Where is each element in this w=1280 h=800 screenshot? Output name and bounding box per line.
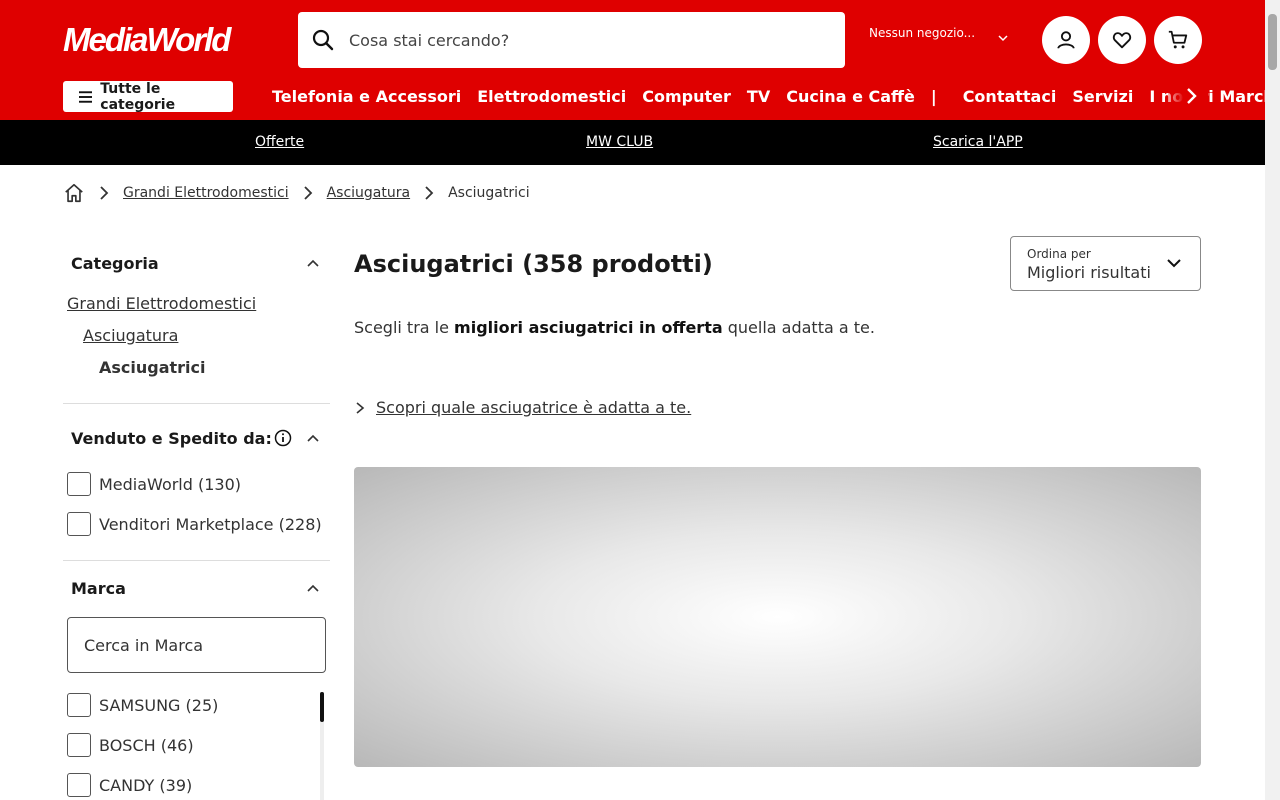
search-bar[interactable] xyxy=(298,12,845,68)
intro-suffix: quella adatta a te. xyxy=(722,318,875,337)
promo-bar: Offerte MW CLUB Scarica l'APP xyxy=(0,120,1265,165)
promo-banner-placeholder[interactable] xyxy=(354,467,1201,767)
brand-list-scrollbar[interactable] xyxy=(320,692,324,800)
offerte-link[interactable]: Offerte xyxy=(255,134,304,150)
menu-icon xyxy=(79,90,93,103)
page-title: Asciugatrici (358 prodotti) xyxy=(354,250,713,278)
sort-value: Migliori risultati xyxy=(1027,263,1151,282)
all-categories-label: Tutte le categorie xyxy=(100,80,176,113)
main-nav: Telefonia e Accessori Elettrodomestici C… xyxy=(272,84,1280,108)
search-icon xyxy=(312,29,334,51)
nav-item-telefonia[interactable]: Telefonia e Accessori xyxy=(272,87,461,106)
intro-prefix: Scegli tra le xyxy=(354,318,455,337)
checkbox-marketplace[interactable] xyxy=(67,512,91,536)
mw-club-link[interactable]: MW CLUB xyxy=(586,134,653,150)
checkbox-label-samsung[interactable]: SAMSUNG (25) xyxy=(99,696,218,715)
intro-bold: migliori asciugatrici in offerta xyxy=(454,318,723,337)
brand-heading[interactable]: Marca xyxy=(71,579,126,598)
search-input[interactable] xyxy=(349,30,809,50)
breadcrumb-link-grandi-elettrodomestici[interactable]: Grandi Elettrodomestici xyxy=(123,185,289,201)
chevron-right-icon xyxy=(303,186,312,200)
checkbox-label-mediaworld[interactable]: MediaWorld (130) xyxy=(99,475,241,494)
nav-item-servizi[interactable]: Servizi xyxy=(1072,87,1133,106)
home-icon[interactable] xyxy=(63,182,85,204)
checkbox-label-bosch[interactable]: BOSCH (46) xyxy=(99,736,194,755)
nav-item-elettrodomestici[interactable]: Elettrodomestici xyxy=(477,87,626,106)
checkbox-mediaworld[interactable] xyxy=(67,472,91,496)
nav-separator: | xyxy=(930,86,937,106)
divider xyxy=(63,403,330,404)
brand-search-input[interactable] xyxy=(84,635,304,655)
heart-icon xyxy=(1112,32,1132,49)
chevron-right-icon xyxy=(100,186,109,200)
category-heading[interactable]: Categoria xyxy=(71,254,159,273)
app-download-link[interactable]: Scarica l'APP xyxy=(933,134,1023,150)
divider xyxy=(63,560,330,561)
intro-text: Scegli tra le migliori asciugatrici in o… xyxy=(354,318,875,337)
chevron-up-icon[interactable] xyxy=(307,259,319,267)
sort-dropdown[interactable]: Ordina per Migliori risultati xyxy=(1010,236,1201,291)
cart-button[interactable] xyxy=(1154,16,1202,64)
chevron-down-icon xyxy=(998,35,1008,42)
user-icon xyxy=(1057,31,1075,49)
sort-label: Ordina per xyxy=(1027,247,1091,261)
wishlist-button[interactable] xyxy=(1098,16,1146,64)
category-link-grandi-elettrodomestici[interactable]: Grandi Elettrodomestici xyxy=(67,294,256,313)
chevron-up-icon[interactable] xyxy=(307,434,319,442)
nav-item-computer[interactable]: Computer xyxy=(642,87,731,106)
breadcrumb-current: Asciugatrici xyxy=(448,185,530,201)
checkbox-bosch[interactable] xyxy=(67,733,91,757)
checkbox-samsung[interactable] xyxy=(67,693,91,717)
info-icon[interactable] xyxy=(274,429,292,447)
mediaworld-logo[interactable]: MediaWorld xyxy=(63,21,273,58)
nav-item-contattaci[interactable]: Contattaci xyxy=(963,87,1057,106)
nav-item-cucina[interactable]: Cucina e Caffè xyxy=(786,87,915,106)
logo-text: MediaWorld xyxy=(63,21,231,58)
chevron-down-icon xyxy=(1167,259,1181,268)
nav-item-tv[interactable]: TV xyxy=(747,87,770,106)
category-current: Asciugatrici xyxy=(99,358,206,377)
discover-link[interactable]: Scopri quale asciugatrice è adatta a te. xyxy=(376,398,691,417)
breadcrumb-link-asciugatura[interactable]: Asciugatura xyxy=(327,185,411,201)
header: MediaWorld Il tuo negozio Nessun negozio… xyxy=(0,0,1280,309)
category-link-asciugatura[interactable]: Asciugatura xyxy=(83,326,178,345)
cart-icon xyxy=(1168,30,1188,49)
seller-heading[interactable]: Venduto e Spedito da: xyxy=(71,429,272,448)
checkbox-candy[interactable] xyxy=(67,773,91,797)
checkbox-label-marketplace[interactable]: Venditori Marketplace (228) xyxy=(99,515,322,534)
checkbox-label-candy[interactable]: CANDY (39) xyxy=(99,776,192,795)
all-categories-button[interactable]: Tutte le categorie xyxy=(63,80,233,113)
chevron-right-icon xyxy=(425,186,434,200)
brand-list-scroll-thumb[interactable] xyxy=(320,692,324,722)
page-scroll-thumb[interactable] xyxy=(1268,14,1277,70)
chevron-right-icon xyxy=(356,401,365,414)
breadcrumb: Grandi Elettrodomestici Asciugatura Asci… xyxy=(63,181,530,205)
discover-toggle[interactable]: Scopri quale asciugatrice è adatta a te. xyxy=(354,398,691,417)
brand-search-field[interactable] xyxy=(67,617,326,673)
store-selector[interactable]: Il tuo negozio Nessun negozio... xyxy=(869,20,1280,309)
chevron-right-icon[interactable] xyxy=(1183,86,1199,106)
page-scrollbar[interactable] xyxy=(1265,0,1280,800)
chevron-up-icon[interactable] xyxy=(307,584,319,592)
account-button[interactable] xyxy=(1042,16,1090,64)
